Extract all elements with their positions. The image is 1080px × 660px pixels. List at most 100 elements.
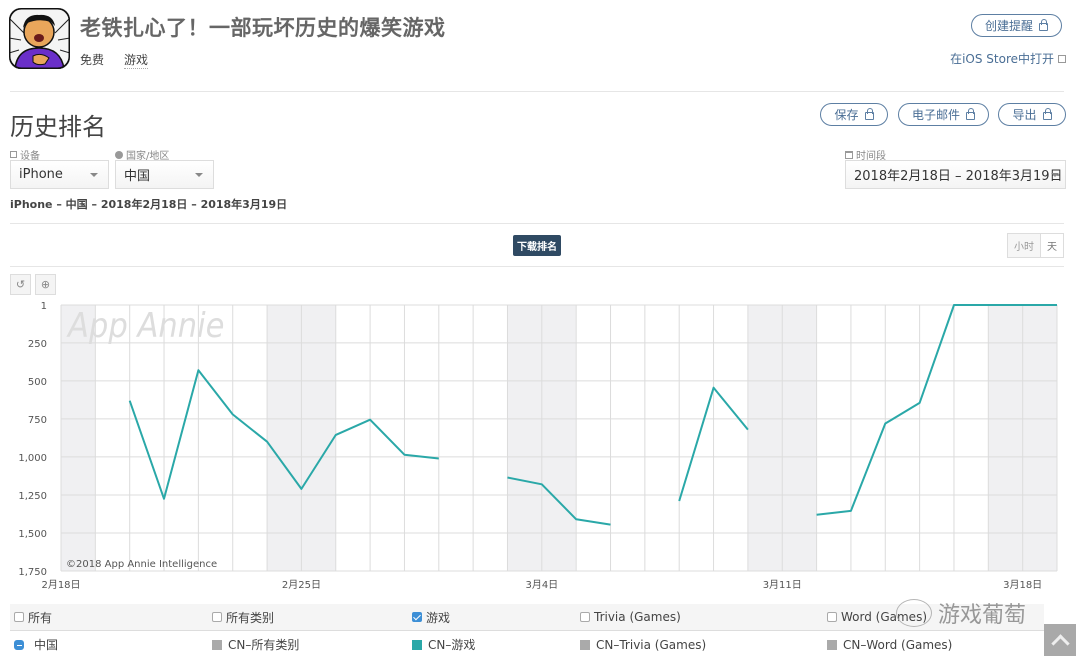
rank-chart: App Annie 1 250 500 750 1,000 1,250 1,500 1,750… <box>18 301 1058 591</box>
legend-swatch <box>212 639 222 650</box>
weekend-band <box>507 305 542 571</box>
zoom-button[interactable]: ⊕ <box>35 274 56 295</box>
lock-icon <box>966 108 975 120</box>
country-value: 中国 <box>124 169 151 184</box>
device-icon <box>10 151 17 158</box>
y-tick-label: 1 <box>41 301 47 312</box>
external-link-icon <box>1058 54 1066 63</box>
metric-tag: 下载排名 <box>513 235 561 256</box>
legend-filter-label: 游戏 <box>426 610 451 625</box>
device-select[interactable]: iPhone <box>10 160 109 189</box>
chevron-down-icon <box>1051 173 1059 177</box>
legend-filter-item[interactable]: 所有类别 <box>212 609 274 626</box>
zoom-in-icon: ⊕ <box>40 278 51 291</box>
device-value: iPhone <box>19 167 63 182</box>
granularity-toggle: 小时 天 <box>1007 233 1064 258</box>
legend-checkbox[interactable] <box>14 612 24 622</box>
weekend-band <box>782 305 817 571</box>
x-tick-label: 3月4日 <box>525 579 558 591</box>
y-tick-label: 250 <box>28 339 47 350</box>
legend-series-item[interactable]: CN–所有类别 <box>212 636 299 653</box>
weekend-band <box>301 305 336 571</box>
legend-swatch <box>580 639 590 650</box>
lock-icon <box>864 108 874 120</box>
app-title: 老铁扎心了！一部玩坏历史的爆笑游戏 <box>80 16 446 40</box>
app-meta: 免费 游戏 <box>80 51 149 69</box>
weekend-band <box>1022 305 1057 571</box>
chart-copyright: ©2018 App Annie Intelligence <box>66 559 217 570</box>
x-tick-label: 3月11日 <box>763 579 802 591</box>
legend-checkbox[interactable] <box>580 612 590 622</box>
legend-series-label: CN–Word (Games) <box>843 637 953 652</box>
app-price: 免费 <box>80 53 105 67</box>
calendar-icon <box>845 150 853 159</box>
app-category-link[interactable]: 游戏 <box>124 51 149 69</box>
publisher-watermark: 游戏葡萄 <box>896 597 1026 629</box>
granularity-day[interactable]: 天 <box>1040 234 1063 257</box>
legend-filter-row: 所有 所有类别 游戏 Trivia (Games) Word (Games) <box>10 604 1044 631</box>
legend-filter-label: 所有类别 <box>226 610 275 625</box>
legend-checkbox[interactable] <box>827 612 837 622</box>
y-tick-label: 1,750 <box>18 567 47 578</box>
save-label: 保存 <box>834 108 859 122</box>
save-button[interactable]: 保存 <box>820 103 888 126</box>
divider <box>10 91 1064 92</box>
x-tick-label: 3月18日 <box>1003 579 1042 591</box>
email-button[interactable]: 电子邮件 <box>898 103 989 126</box>
legend-series-item[interactable]: CN–Word (Games) <box>827 638 952 652</box>
export-button[interactable]: 导出 <box>998 103 1066 126</box>
app-icon <box>9 8 70 69</box>
country-name: 中国 <box>34 638 59 652</box>
weekend-band <box>541 305 577 571</box>
period-select[interactable]: 2018年2月18日 – 2018年3月19日 <box>845 160 1066 189</box>
chart-watermark: App Annie <box>66 306 225 346</box>
chevron-down-icon <box>90 173 98 177</box>
open-in-ios-store-label: 在iOS Store中打开 <box>950 52 1054 66</box>
weekend-band <box>988 305 1023 571</box>
period-value: 2018年2月18日 – 2018年3月19日 <box>854 169 1063 184</box>
create-alert-button[interactable]: 创建提醒 <box>971 14 1062 37</box>
weekend-band <box>747 305 783 571</box>
country-select[interactable]: 中国 <box>115 160 214 189</box>
legend-series-item[interactable]: CN–游戏 <box>412 636 475 653</box>
collapse-checkbox[interactable] <box>14 639 24 650</box>
lock-icon <box>1039 19 1048 31</box>
reset-zoom-button[interactable]: ↺ <box>10 274 31 295</box>
legend-swatch <box>412 639 422 650</box>
y-tick-label: 750 <box>28 415 47 426</box>
divider <box>10 266 1064 267</box>
chevron-down-icon <box>195 173 203 177</box>
legend-filter-item[interactable]: Trivia (Games) <box>580 610 681 624</box>
export-label: 导出 <box>1012 108 1037 122</box>
legend-series-row: 中国 CN–所有类别 CN–游戏 CN–Trivia (Games) CN–Word … <box>10 631 1044 658</box>
create-alert-label: 创建提醒 <box>984 19 1033 33</box>
legend-series-item[interactable]: CN–Trivia (Games) <box>580 638 706 652</box>
y-tick-label: 1,250 <box>18 491 47 502</box>
legend-series-label: CN–所有类别 <box>228 638 300 652</box>
wechat-icon <box>896 599 932 627</box>
legend-series-label: CN–游戏 <box>428 638 476 652</box>
y-tick-label: 500 <box>28 377 47 388</box>
lock-icon <box>1042 108 1052 120</box>
legend-filter-label: Trivia (Games) <box>594 610 681 624</box>
legend-checkbox[interactable] <box>212 612 222 622</box>
publisher-watermark-text: 游戏葡萄 <box>938 603 1027 628</box>
filter-summary: iPhone – 中国 – 2018年2月18日 – 2018年3月19日 <box>10 198 288 211</box>
x-tick-label: 2月18日 <box>41 579 80 591</box>
x-tick-label: 2月25日 <box>282 579 321 591</box>
email-label: 电子邮件 <box>911 108 960 122</box>
legend-filter-item[interactable]: 所有 <box>14 609 52 626</box>
legend-filter-item[interactable]: 游戏 <box>412 609 450 626</box>
weekend-band <box>267 305 302 571</box>
divider <box>10 223 1064 224</box>
legend-filter-label: 所有 <box>28 610 53 625</box>
open-in-ios-store-link[interactable]: 在iOS Store中打开 <box>950 50 1066 67</box>
country-toggle[interactable]: 中国 <box>14 636 58 653</box>
globe-icon <box>115 150 123 159</box>
scroll-to-top-button[interactable] <box>1044 624 1076 656</box>
legend-series-label: CN–Trivia (Games) <box>596 637 707 652</box>
y-tick-label: 1,000 <box>18 453 47 464</box>
legend-checkbox[interactable] <box>412 612 422 622</box>
legend-swatch <box>827 639 837 650</box>
granularity-hour[interactable]: 小时 <box>1008 234 1040 257</box>
